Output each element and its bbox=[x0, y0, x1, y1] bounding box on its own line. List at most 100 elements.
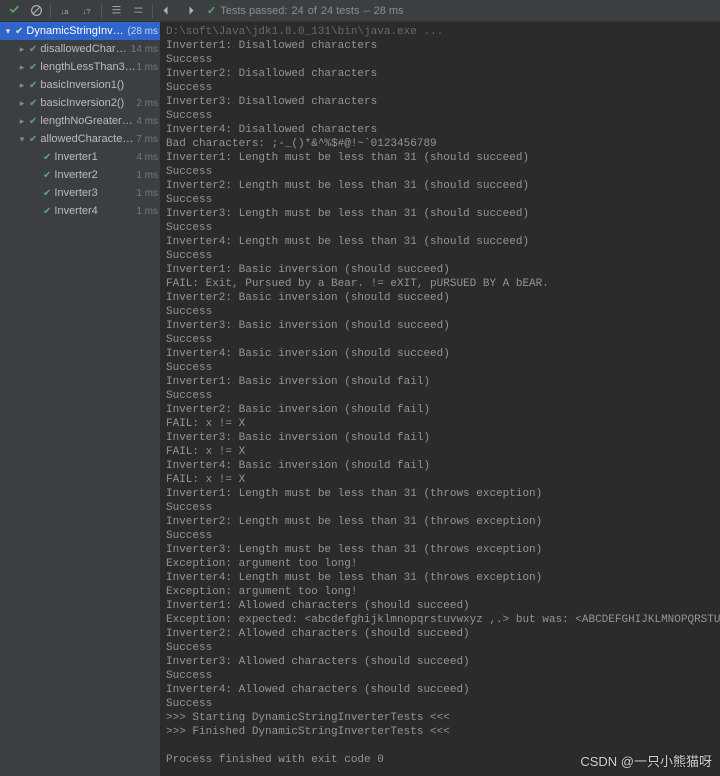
console-line: Inverter3: Allowed characters (should su… bbox=[166, 655, 714, 669]
sort-duration-icon[interactable]: ↓? bbox=[77, 2, 97, 20]
console-line: Success bbox=[166, 193, 714, 207]
console-line: Exception: argument too long! bbox=[166, 557, 714, 571]
expand-arrow-icon[interactable]: ▸ bbox=[18, 80, 26, 91]
node-label: Inverter4 bbox=[54, 205, 136, 217]
node-label: DynamicStringInverterTests bbox=[26, 25, 127, 37]
status-time: 28 ms bbox=[374, 5, 404, 17]
node-time: 4 ms bbox=[136, 152, 158, 163]
node-time: 7 ms bbox=[136, 134, 158, 145]
tree-node[interactable]: ▸✔lengthLessThan31()1 ms bbox=[0, 58, 160, 76]
node-time: (28 ms bbox=[127, 26, 158, 37]
node-label: allowedCharacters() bbox=[40, 133, 136, 145]
tree-node[interactable]: ▸✔basicInversion2()2 ms bbox=[0, 94, 160, 112]
console-line: Success bbox=[166, 333, 714, 347]
console-line: FAIL: x != X bbox=[166, 417, 714, 431]
console-output[interactable]: D:\soft\Java\jdk1.8.0_131\bin\java.exe .… bbox=[160, 22, 720, 776]
console-line: >>> Starting DynamicStringInverterTests … bbox=[166, 711, 714, 725]
expand-arrow-icon[interactable]: ▸ bbox=[18, 44, 26, 55]
console-line: Inverter2: Disallowed characters bbox=[166, 67, 714, 81]
console-line: Success bbox=[166, 529, 714, 543]
expand-arrow-icon[interactable]: ▸ bbox=[18, 116, 26, 127]
console-line: FAIL: Exit, Pursued by a Bear. != eXIT, … bbox=[166, 277, 714, 291]
main-split: ▾✔DynamicStringInverterTests(28 ms▸✔disa… bbox=[0, 22, 720, 776]
expand-arrow-icon[interactable]: ▸ bbox=[18, 98, 26, 109]
tree-node[interactable]: ▸✔disallowedCharacters()14 ms bbox=[0, 40, 160, 58]
status-passed-count: 24 bbox=[291, 5, 303, 17]
show-ignored-icon[interactable] bbox=[26, 2, 46, 20]
watermark: CSDN @一只小熊猫呀 bbox=[580, 751, 712, 770]
pass-check-icon: ✔ bbox=[29, 62, 37, 73]
test-status: ✓ Tests passed: 24 of 24 tests – 28 ms bbox=[207, 4, 404, 17]
node-label: Inverter3 bbox=[54, 187, 136, 199]
console-line: Inverter4: Length must be less than 31 (… bbox=[166, 235, 714, 249]
tree-node[interactable]: ▸✔lengthNoGreaterThan30()4 ms bbox=[0, 112, 160, 130]
console-line: Success bbox=[166, 361, 714, 375]
console-line: Success bbox=[166, 501, 714, 515]
expand-arrow-icon[interactable]: ▾ bbox=[4, 26, 12, 37]
node-time: 1 ms bbox=[136, 188, 158, 199]
node-label: lengthLessThan31() bbox=[40, 61, 136, 73]
status-of: of bbox=[308, 5, 317, 17]
console-line: Success bbox=[166, 165, 714, 179]
tree-node[interactable]: ✔Inverter21 ms bbox=[0, 166, 160, 184]
prev-failed-icon[interactable] bbox=[157, 2, 177, 20]
next-failed-icon[interactable] bbox=[179, 2, 199, 20]
console-line: Inverter3: Disallowed characters bbox=[166, 95, 714, 109]
node-label: Inverter2 bbox=[54, 169, 136, 181]
tree-node[interactable]: ▾✔allowedCharacters()7 ms bbox=[0, 130, 160, 148]
pass-check-icon: ✔ bbox=[29, 134, 37, 145]
tree-node[interactable]: ▸✔basicInversion1() bbox=[0, 76, 160, 94]
console-line: Inverter1: Allowed characters (should su… bbox=[166, 599, 714, 613]
expand-arrow-icon[interactable]: ▾ bbox=[18, 134, 26, 145]
node-time: 2 ms bbox=[136, 98, 158, 109]
console-line: Inverter4: Disallowed characters bbox=[166, 123, 714, 137]
tree-node[interactable]: ✔Inverter14 ms bbox=[0, 148, 160, 166]
console-line: FAIL: x != X bbox=[166, 445, 714, 459]
console-line: Inverter1: Length must be less than 31 (… bbox=[166, 151, 714, 165]
status-text: Tests passed: bbox=[220, 5, 287, 17]
node-time: 4 ms bbox=[136, 116, 158, 127]
sort-alpha-icon[interactable]: ↓a bbox=[55, 2, 75, 20]
pass-check-icon: ✔ bbox=[29, 98, 37, 109]
console-line: Inverter4: Allowed characters (should su… bbox=[166, 683, 714, 697]
console-line: Inverter1: Length must be less than 31 (… bbox=[166, 487, 714, 501]
show-passed-icon[interactable] bbox=[4, 2, 24, 20]
console-line: Inverter2: Basic inversion (should fail) bbox=[166, 403, 714, 417]
console-line: Success bbox=[166, 53, 714, 67]
collapse-all-icon[interactable] bbox=[128, 2, 148, 20]
expand-arrow-icon[interactable]: ▸ bbox=[18, 62, 26, 73]
svg-text:↓?: ↓? bbox=[82, 7, 90, 16]
console-line: Success bbox=[166, 109, 714, 123]
status-total: 24 tests bbox=[321, 5, 360, 17]
test-toolbar: ↓a ↓? ✓ Tests passed: 24 of 24 tests – 2… bbox=[0, 0, 720, 22]
node-time: 1 ms bbox=[136, 62, 158, 73]
node-label: basicInversion1() bbox=[40, 79, 158, 91]
pass-check-icon: ✔ bbox=[43, 170, 51, 181]
node-time: 14 ms bbox=[131, 44, 158, 55]
console-line: Inverter3: Basic inversion (should succe… bbox=[166, 319, 714, 333]
console-line: Inverter1: Basic inversion (should succe… bbox=[166, 263, 714, 277]
test-tree[interactable]: ▾✔DynamicStringInverterTests(28 ms▸✔disa… bbox=[0, 22, 160, 776]
console-line: Success bbox=[166, 697, 714, 711]
console-line: Success bbox=[166, 81, 714, 95]
pass-check-icon: ✔ bbox=[43, 152, 51, 163]
tree-node[interactable]: ✔Inverter41 ms bbox=[0, 202, 160, 220]
pass-check-icon: ✔ bbox=[43, 206, 51, 217]
console-line: Inverter3: Basic inversion (should fail) bbox=[166, 431, 714, 445]
console-line: Inverter1: Basic inversion (should fail) bbox=[166, 375, 714, 389]
console-line: Inverter4: Basic inversion (should fail) bbox=[166, 459, 714, 473]
console-line: FAIL: x != X bbox=[166, 473, 714, 487]
console-command: D:\soft\Java\jdk1.8.0_131\bin\java.exe .… bbox=[166, 25, 714, 39]
console-line: Inverter4: Basic inversion (should succe… bbox=[166, 347, 714, 361]
separator bbox=[152, 4, 153, 18]
expand-all-icon[interactable] bbox=[106, 2, 126, 20]
tree-node[interactable]: ✔Inverter31 ms bbox=[0, 184, 160, 202]
console-line: Success bbox=[166, 389, 714, 403]
node-label: disallowedCharacters() bbox=[40, 43, 130, 55]
console-line: Inverter2: Basic inversion (should succe… bbox=[166, 291, 714, 305]
svg-text:↓a: ↓a bbox=[60, 7, 69, 16]
tree-node[interactable]: ▾✔DynamicStringInverterTests(28 ms bbox=[0, 22, 160, 40]
console-line: Success bbox=[166, 249, 714, 263]
console-line: Inverter2: Length must be less than 31 (… bbox=[166, 179, 714, 193]
pass-check-icon: ✔ bbox=[29, 44, 37, 55]
